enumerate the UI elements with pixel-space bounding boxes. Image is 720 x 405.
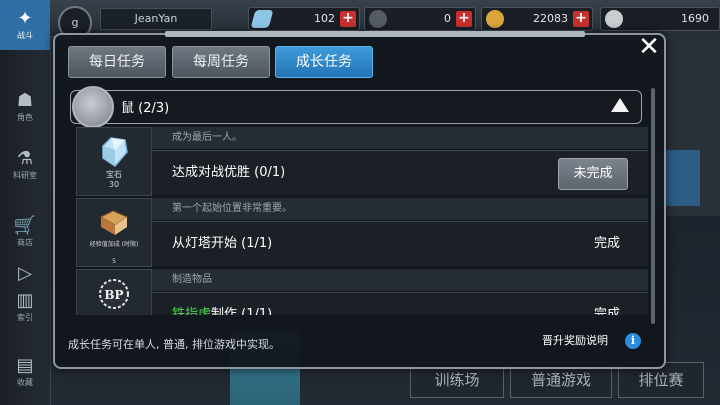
mission-main: 从灯塔开始 (1/1) 完成 — [152, 221, 648, 266]
currency-value: 0 — [444, 12, 451, 25]
currency-tickets: 0 + — [364, 7, 476, 31]
reward-label: 宝石 — [106, 170, 122, 179]
coin-icon — [486, 10, 504, 28]
mission-main: 达成对战优胜 (0/1) 未完成 — [152, 150, 648, 195]
mission-row: 宝石 30 成为最后一人。 达成对战优胜 (0/1) 未完成 — [76, 127, 648, 196]
svg-text:BP: BP — [104, 288, 123, 302]
sidebar-item-label: 索引 — [17, 313, 33, 322]
sidebar-item-index[interactable]: ▥ 索引 — [0, 290, 50, 330]
sidebar-item-battle[interactable]: ✦ 战斗 — [0, 0, 50, 50]
add-coins-button[interactable]: + — [573, 11, 589, 27]
flask-icon: ⚗ — [16, 148, 34, 169]
currency-value: 1690 — [681, 12, 709, 25]
reward-cell: 经验值加成 (时限) 5 — [76, 198, 152, 267]
incomplete-button[interactable]: 未完成 — [558, 158, 628, 190]
promotion-reward-link[interactable]: 晋升奖励说明 — [542, 332, 608, 348]
tab-weekly[interactable]: 每周任务 — [172, 46, 270, 78]
tab-daily[interactable]: 每日任务 — [68, 46, 166, 78]
sidebar-item-label: 收藏 — [17, 378, 33, 387]
reward-amount: 5 — [112, 258, 116, 265]
book-open-icon: ▤ — [16, 355, 34, 376]
currency-coins: 22083 + — [481, 7, 593, 31]
gem-icon — [250, 10, 274, 28]
close-icon[interactable]: ✕ — [634, 33, 664, 61]
crossed-guns-icon: ✦ — [17, 8, 33, 29]
player-name: JeanYan — [100, 8, 212, 30]
mission-row: BP 制造物品 铁指虎制作 (1/1) 完成 — [76, 269, 648, 315]
rat-avatar-icon — [72, 86, 114, 128]
books-icon: ▥ — [16, 290, 34, 311]
collapse-arrow-icon[interactable] — [611, 98, 629, 112]
currency-value: 102 — [314, 12, 335, 25]
mission-hint: 制造物品 — [152, 269, 648, 291]
scrollbar[interactable] — [651, 88, 655, 324]
sidebar-item-label: 角色 — [17, 113, 33, 122]
dialog-top-trim — [165, 31, 585, 37]
bp-icon: BP — [99, 279, 129, 309]
sidebar-item-character[interactable]: ☗ 角色 — [0, 90, 50, 130]
tab-growth[interactable]: 成长任务 — [275, 46, 373, 78]
complete-status: 完成 — [593, 307, 620, 315]
currency-bp: 1690 — [600, 7, 720, 31]
mission-main: 铁指虎制作 (1/1) 完成 — [152, 292, 648, 315]
book-icon — [99, 210, 129, 235]
mission-name: 铁指虎制作 (1/1) — [172, 293, 272, 315]
info-icon[interactable]: i — [625, 333, 641, 349]
sidebar-item-shop[interactable]: 🛒 商店 — [0, 215, 50, 257]
sidebar-item-play[interactable]: ▷ — [0, 263, 50, 289]
mission-hint: 第一个起始位置非常重要。 — [152, 198, 648, 220]
mission-row: 经验值加成 (时限) 5 第一个起始位置非常重要。 从灯塔开始 (1/1) 完成 — [76, 198, 648, 267]
currency-gems: 102 + — [248, 7, 360, 31]
sidebar-item-label: 战斗 — [17, 31, 33, 40]
add-tickets-button[interactable]: + — [456, 11, 472, 27]
sidebar-item-label: 商店 — [17, 238, 33, 247]
mission-name: 从灯塔开始 (1/1) — [172, 236, 273, 251]
mission-hint: 成为最后一人。 — [152, 127, 648, 149]
ticket-icon — [369, 10, 387, 28]
gem-icon — [102, 137, 128, 167]
reward-label: 经验值加成 (时限) — [89, 241, 139, 248]
item-name-highlight: 铁指虎 — [172, 307, 212, 315]
footer-note: 成长任务可在单人, 普通, 排位游戏中实现。 — [68, 338, 280, 351]
character-icon: ☗ — [16, 90, 34, 111]
reward-cell: BP — [76, 269, 152, 315]
bp-icon — [605, 10, 623, 28]
sidebar-item-label: 科研室 — [13, 171, 37, 180]
reward-cell: 宝石 30 — [76, 127, 152, 196]
group-title: 鼠 (2/3) — [121, 101, 170, 116]
sidebar-item-lab[interactable]: ⚗ 科研室 — [0, 148, 50, 190]
reward-amount: 30 — [108, 180, 120, 189]
complete-status: 完成 — [593, 236, 620, 251]
currency-value: 22083 — [533, 12, 568, 25]
mission-list[interactable]: 宝石 30 成为最后一人。 达成对战优胜 (0/1) 未完成 经验值加成 (时限… — [76, 127, 648, 315]
mission-name: 达成对战优胜 (0/1) — [172, 165, 286, 180]
play-icon: ▷ — [18, 263, 32, 284]
main-sidebar: ✦ 战斗 ☗ 角色 ⚗ 科研室 🛒 商店 ▷ ▥ 索引 ▤ 收藏 — [0, 0, 51, 405]
sidebar-item-collection[interactable]: ▤ 收藏 — [0, 355, 50, 395]
add-gems-button[interactable]: + — [340, 11, 356, 27]
cart-icon: 🛒 — [13, 215, 37, 236]
mission-name-rest: 制作 (1/1) — [211, 307, 273, 315]
